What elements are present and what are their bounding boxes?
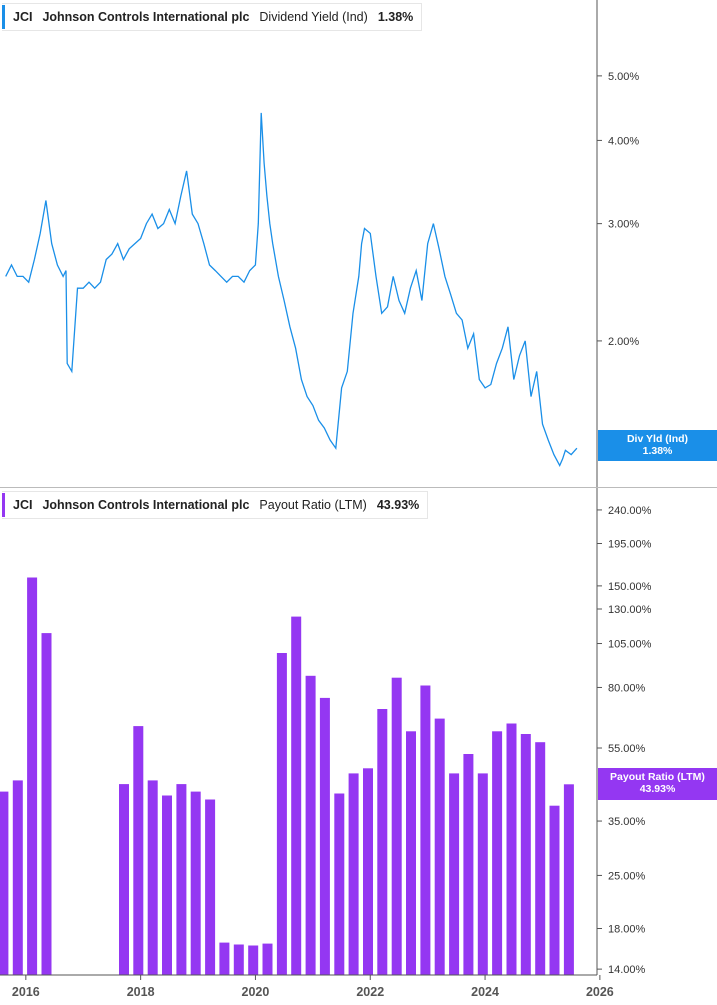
yield-y-tick-label: 2.00%: [608, 336, 639, 348]
payout-bar: [162, 795, 172, 975]
payout-bar: [334, 793, 345, 975]
payout-bar: [27, 577, 38, 975]
payout-bar: [492, 731, 503, 975]
payout-legend-company: Johnson Controls International plc: [42, 498, 250, 512]
payout-bar: [262, 943, 273, 975]
payout-bar: [348, 773, 359, 975]
x-tick-label: 2016: [12, 985, 40, 999]
payout-bar: [391, 677, 402, 975]
payout-bar: [520, 734, 531, 975]
payout-bar: [377, 709, 388, 975]
payout-y-tick-label: 195.00%: [608, 538, 652, 550]
payout-bar: [41, 633, 52, 975]
x-tick-label: 2020: [242, 985, 270, 999]
payout-bar: [449, 773, 460, 975]
dividend-yield-line: [5, 112, 578, 467]
payout-y-tick-label: 35.00%: [608, 816, 646, 828]
payout-bar: [563, 784, 574, 975]
payout-bar: [535, 742, 546, 975]
payout-legend-value: 43.93%: [376, 498, 420, 512]
yield-badge-label: Div Yld (Ind): [626, 433, 689, 445]
payout-bar: [305, 675, 316, 975]
payout-bar: [463, 754, 474, 975]
payout-bar: [205, 799, 216, 975]
x-axis-ticks: 2016 2018 2020 2022 2024 2026: [12, 975, 614, 999]
payout-y-tick-label: 25.00%: [608, 870, 646, 882]
x-tick-label: 2024: [471, 985, 499, 999]
yield-y-tick-label: 4.00%: [608, 135, 639, 147]
payout-value-badge: Payout Ratio (LTM) 43.93%: [598, 768, 717, 800]
payout-y-tick-label: 14.00%: [608, 964, 646, 976]
payout-bar: [276, 653, 287, 975]
yield-value-badge: Div Yld (Ind) 1.38%: [598, 430, 717, 461]
payout-bar: [420, 685, 431, 975]
payout-bar: [477, 773, 488, 975]
payout-bar: [233, 944, 244, 975]
payout-bar: [119, 784, 129, 975]
payout-bar: [176, 784, 187, 975]
payout-bar: [549, 805, 560, 975]
payout-badge-value: 43.93%: [639, 783, 676, 795]
x-tick-label: 2018: [127, 985, 155, 999]
payout-y-tick-label: 80.00%: [608, 682, 646, 694]
yield-badge-value: 1.38%: [642, 445, 673, 457]
yield-y-tick-label: 3.00%: [608, 219, 639, 231]
payout-y-tick-label: 55.00%: [608, 743, 646, 755]
yield-legend-metric: Dividend Yield (Ind): [259, 10, 368, 24]
payout-bar: [0, 791, 9, 975]
payout-legend: JCI Johnson Controls International plc P…: [2, 491, 429, 519]
yield-legend-company: Johnson Controls International plc: [42, 10, 250, 24]
payout-y-tick-label: 105.00%: [608, 639, 652, 651]
yield-y-tick-label: 5.00%: [608, 71, 639, 83]
x-tick-label: 2026: [586, 985, 614, 999]
payout-bar: [248, 945, 259, 975]
payout-legend-ticker: JCI: [13, 498, 33, 512]
payout-legend-swatch: [2, 493, 5, 517]
payout-ratio-panel: [0, 577, 574, 975]
payout-legend-metric: Payout Ratio (LTM): [259, 498, 367, 512]
payout-bar: [363, 768, 373, 975]
payout-bar: [190, 791, 201, 975]
payout-bar: [434, 718, 445, 975]
yield-y-ticks: 5.00% 4.00% 3.00% 2.00%: [597, 71, 639, 348]
payout-bar: [406, 731, 416, 975]
dividend-yield-panel: [5, 112, 578, 467]
yield-legend-ticker: JCI: [13, 10, 33, 24]
yield-legend-value: 1.38%: [377, 10, 414, 24]
payout-y-tick-label: 150.00%: [608, 581, 652, 593]
payout-bar: [506, 723, 517, 975]
payout-bar: [147, 780, 158, 975]
payout-badge-label: Payout Ratio (LTM): [610, 771, 705, 783]
payout-bar: [319, 697, 330, 975]
payout-bar: [219, 942, 230, 975]
payout-y-tick-label: 18.00%: [608, 924, 646, 936]
payout-y-tick-label: 240.00%: [608, 505, 652, 517]
yield-legend-swatch: [2, 5, 5, 29]
payout-bar: [291, 616, 302, 975]
x-tick-label: 2022: [356, 985, 384, 999]
yield-legend: JCI Johnson Controls International plc D…: [2, 3, 423, 31]
payout-bar: [12, 780, 23, 975]
payout-y-ticks: 240.00% 195.00% 150.00% 130.00% 105.00% 80.00…: [597, 505, 652, 976]
payout-bar: [133, 726, 144, 975]
payout-y-tick-label: 130.00%: [608, 604, 652, 616]
